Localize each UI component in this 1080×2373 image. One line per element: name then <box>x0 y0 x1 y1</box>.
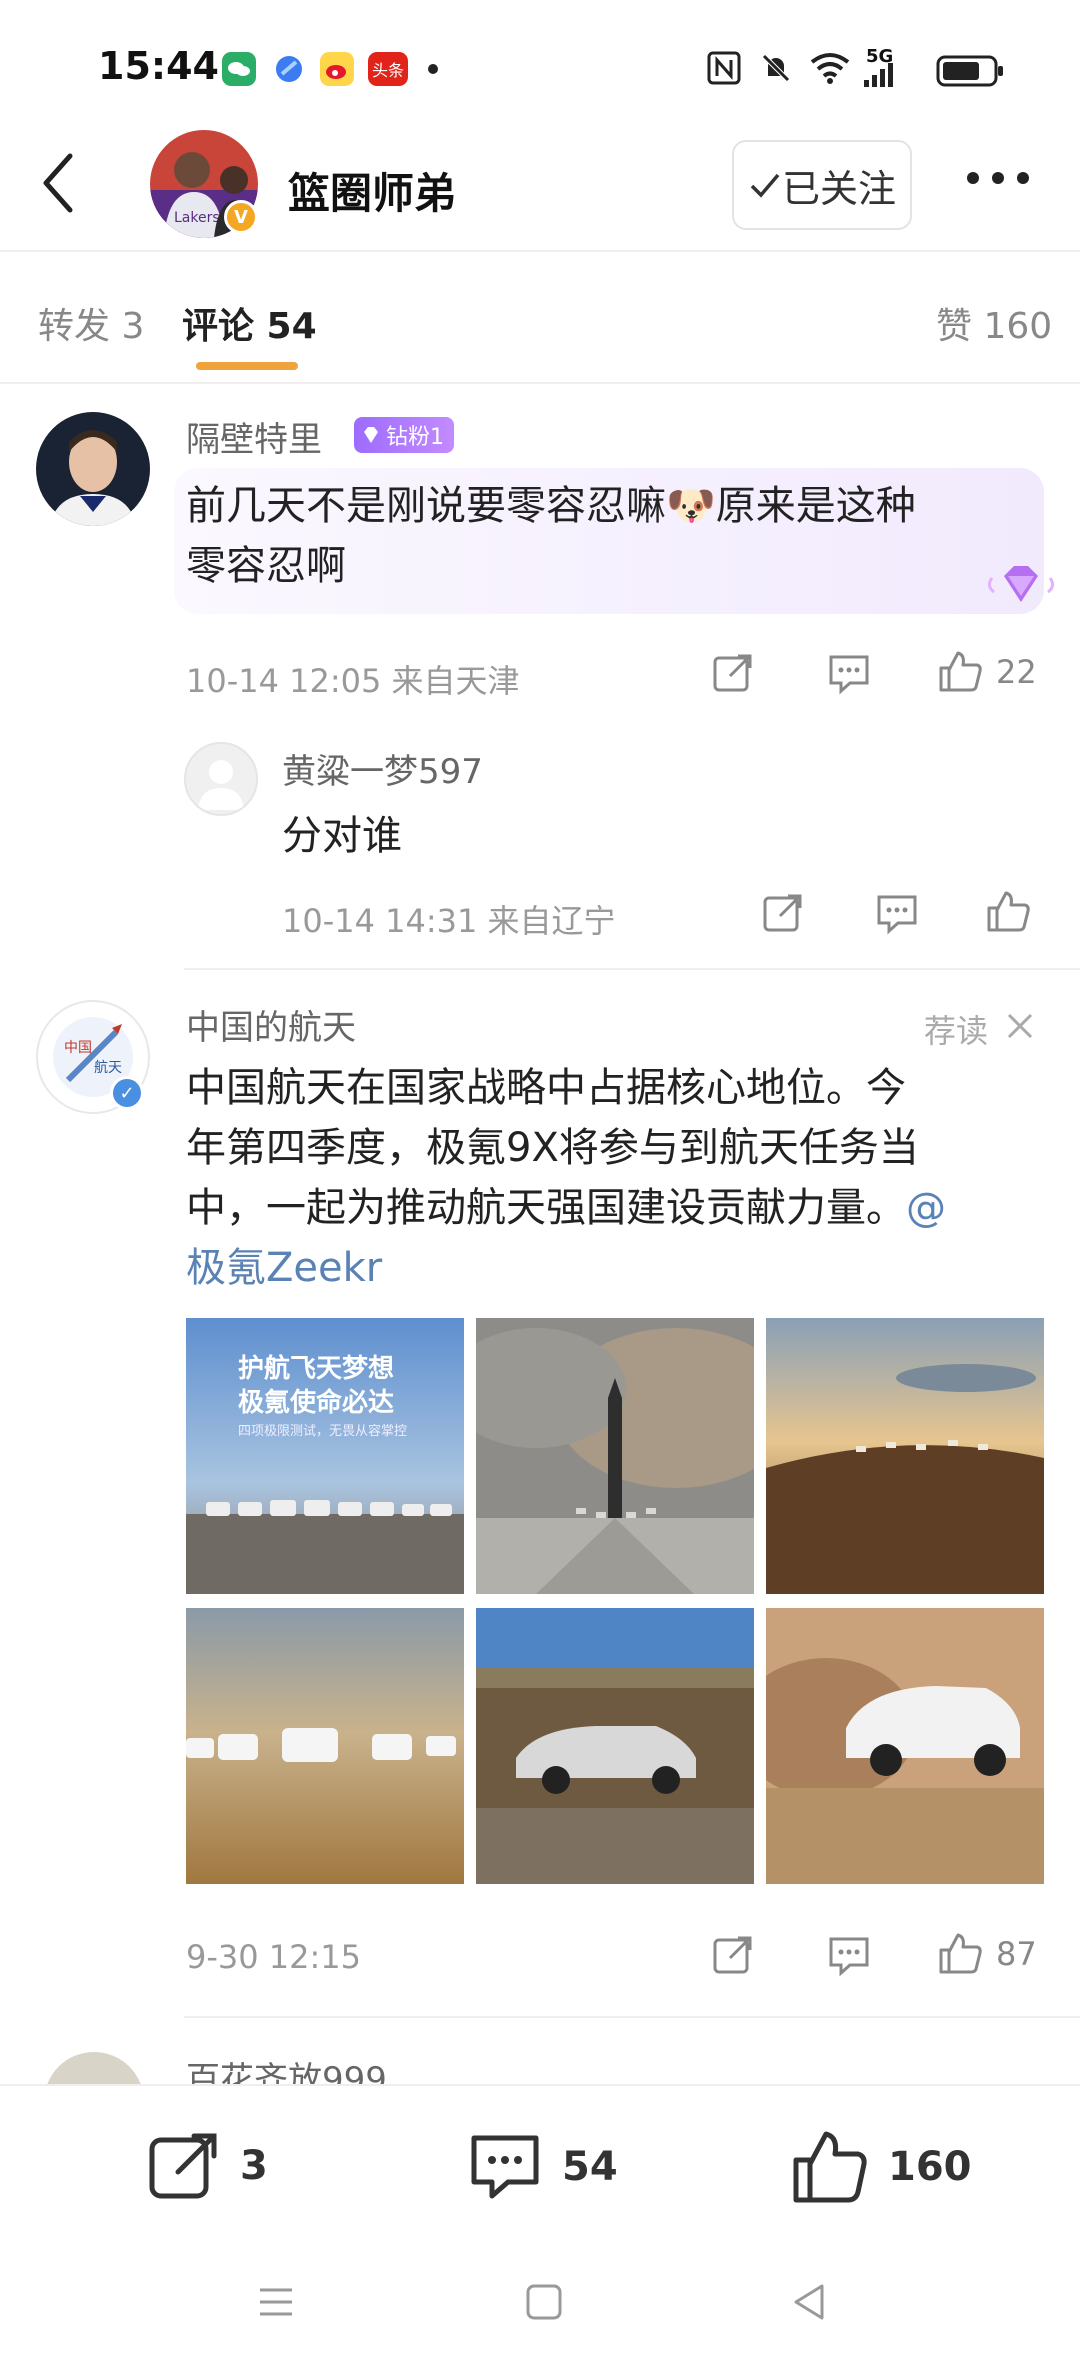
close-icon[interactable] <box>1006 1012 1034 1044</box>
post-image-4[interactable] <box>186 1608 464 1884</box>
check-icon <box>750 173 780 198</box>
weibo-icon <box>320 52 354 86</box>
wechat-icon <box>222 52 256 86</box>
svg-text:Lakers: Lakers <box>174 210 220 226</box>
comment-icon <box>829 655 869 695</box>
comment-icon <box>471 2135 539 2199</box>
commenter-avatar[interactable] <box>36 412 150 526</box>
share-icon <box>713 1936 752 1974</box>
more-options-button[interactable] <box>965 170 1031 190</box>
diamond-decoration-icon <box>984 556 1058 620</box>
notification-dot <box>428 64 438 74</box>
tab-indicator <box>196 362 298 370</box>
reply-time: 10-14 14:31 来自辽宁 <box>282 902 616 940</box>
reply-user-name[interactable]: 黄粱一梦597 <box>282 744 483 793</box>
post-image-5[interactable] <box>476 1608 754 1884</box>
back-triangle-icon <box>794 2284 824 2320</box>
tab-comments[interactable]: 评论 54 <box>182 297 317 349</box>
comment-text-line1: 前几天不是刚说要零容忍嘛🐶原来是这种 <box>186 483 916 529</box>
comment-icon <box>829 1937 869 1977</box>
comment-icon <box>877 895 917 935</box>
signal-icon <box>862 62 896 92</box>
thumb-up-icon <box>793 2131 867 2203</box>
back-button[interactable] <box>38 150 78 220</box>
reply-text: 分对谁 <box>282 813 402 859</box>
wifi-icon <box>808 50 852 90</box>
battery-icon <box>936 55 1006 91</box>
back-nav-button[interactable] <box>790 2282 830 2326</box>
verified-badge-icon: V <box>224 200 258 234</box>
mention-at[interactable]: @ <box>906 1185 946 1231</box>
tabs-divider <box>0 382 1080 384</box>
image-caption-line3: 四项极限测试，无畏从容掌控 <box>238 1424 408 1439</box>
comment-text-line3-body: 中，一起为推动航天强国建设贡献力量。 <box>186 1185 906 1231</box>
home-square-icon <box>526 2284 562 2320</box>
post-image-3[interactable] <box>766 1318 1044 1594</box>
tab-repost[interactable]: 转发 3 <box>38 297 144 349</box>
bottom-comment-count: 54 <box>562 2144 618 2190</box>
more-icon <box>967 172 1029 184</box>
comment-text-line2: 年第四季度，极氪9X将参与到航天任务当 <box>186 1125 919 1171</box>
thumb-up-icon <box>987 891 1030 932</box>
menu-nav-button[interactable] <box>256 2282 296 2326</box>
page-title: 篮圈师弟 <box>288 169 457 218</box>
follow-label: 已关注 <box>781 166 896 211</box>
share-button[interactable] <box>710 1932 756 1978</box>
bottom-like-button[interactable]: 160 <box>790 2128 972 2206</box>
follow-button[interactable]: 已关注 <box>732 140 912 230</box>
status-time: 15:44 <box>98 44 219 88</box>
post-image-2[interactable] <box>476 1318 754 1594</box>
like-button[interactable]: 87 <box>936 1930 1037 1978</box>
post-image-6[interactable] <box>766 1608 1044 1884</box>
bottom-like-count: 160 <box>888 2144 972 2190</box>
app-blue-icon <box>272 52 306 86</box>
thumb-up-icon <box>939 1933 982 1974</box>
reply-button[interactable] <box>826 1932 872 1978</box>
reply-comment-button[interactable] <box>874 890 920 936</box>
commenter-name[interactable]: 隔壁特里 <box>186 412 322 461</box>
bottom-repost-button[interactable]: 3 <box>146 2128 268 2204</box>
share-icon <box>149 2133 217 2199</box>
bottom-repost-count: 3 <box>240 2143 268 2189</box>
mention-link[interactable]: 极氪Zeekr <box>186 1238 382 1298</box>
header-divider <box>0 250 1080 252</box>
post-image-1[interactable]: 护航飞天梦想 极氪使命必达 四项极限测试，无畏从容掌控 <box>186 1318 464 1594</box>
mute-icon <box>758 50 794 90</box>
thumb-up-icon <box>939 651 982 692</box>
image-caption-line1: 护航飞天梦想 <box>238 1354 395 1384</box>
comment-text-line2: 零容忍啊 <box>186 543 346 589</box>
comment-time: 9-30 12:15 <box>186 1938 362 1976</box>
reply-button[interactable] <box>826 650 872 696</box>
share-button[interactable] <box>710 650 756 696</box>
image-caption-line2: 极氪使命必达 <box>238 1388 395 1418</box>
svg-text:中国: 中国 <box>64 1040 92 1056</box>
reply-share-button[interactable] <box>760 890 806 936</box>
comment-divider <box>184 2016 1080 2018</box>
like-button[interactable]: 22 <box>936 648 1037 696</box>
fan-badge[interactable]: 钻粉1 <box>354 417 454 453</box>
nfc-icon <box>706 50 742 90</box>
home-nav-button[interactable] <box>524 2282 564 2326</box>
comment-text-line1: 中国航天在国家战略中占据核心地位。今 <box>186 1065 906 1111</box>
svg-text:航天: 航天 <box>94 1060 122 1076</box>
reply-like-button[interactable] <box>984 888 1032 936</box>
comment-divider <box>184 968 1080 970</box>
like-count: 87 <box>996 1935 1037 1973</box>
reply-avatar[interactable] <box>184 742 258 816</box>
diamond-icon <box>364 427 378 443</box>
comment-text-line3: 中，一起为推动航天强国建设贡献力量。@ <box>186 1178 946 1238</box>
share-icon <box>763 894 802 932</box>
share-icon <box>713 654 752 692</box>
verified-blue-badge-icon: ✓ <box>110 1076 144 1110</box>
tab-likes[interactable]: 赞 160 <box>936 297 1052 349</box>
bottom-comment-button[interactable]: 54 <box>466 2128 618 2206</box>
menu-icon <box>260 2288 292 2316</box>
recommend-label: 荐读 <box>924 1012 989 1050</box>
toutiao-icon: 头条 <box>368 52 408 86</box>
fan-badge-label: 钻粉1 <box>386 425 444 450</box>
like-count: 22 <box>996 653 1037 691</box>
commenter-name[interactable]: 中国的航天 <box>186 1000 356 1049</box>
comment-time: 10-14 12:05 来自天津 <box>186 662 520 700</box>
